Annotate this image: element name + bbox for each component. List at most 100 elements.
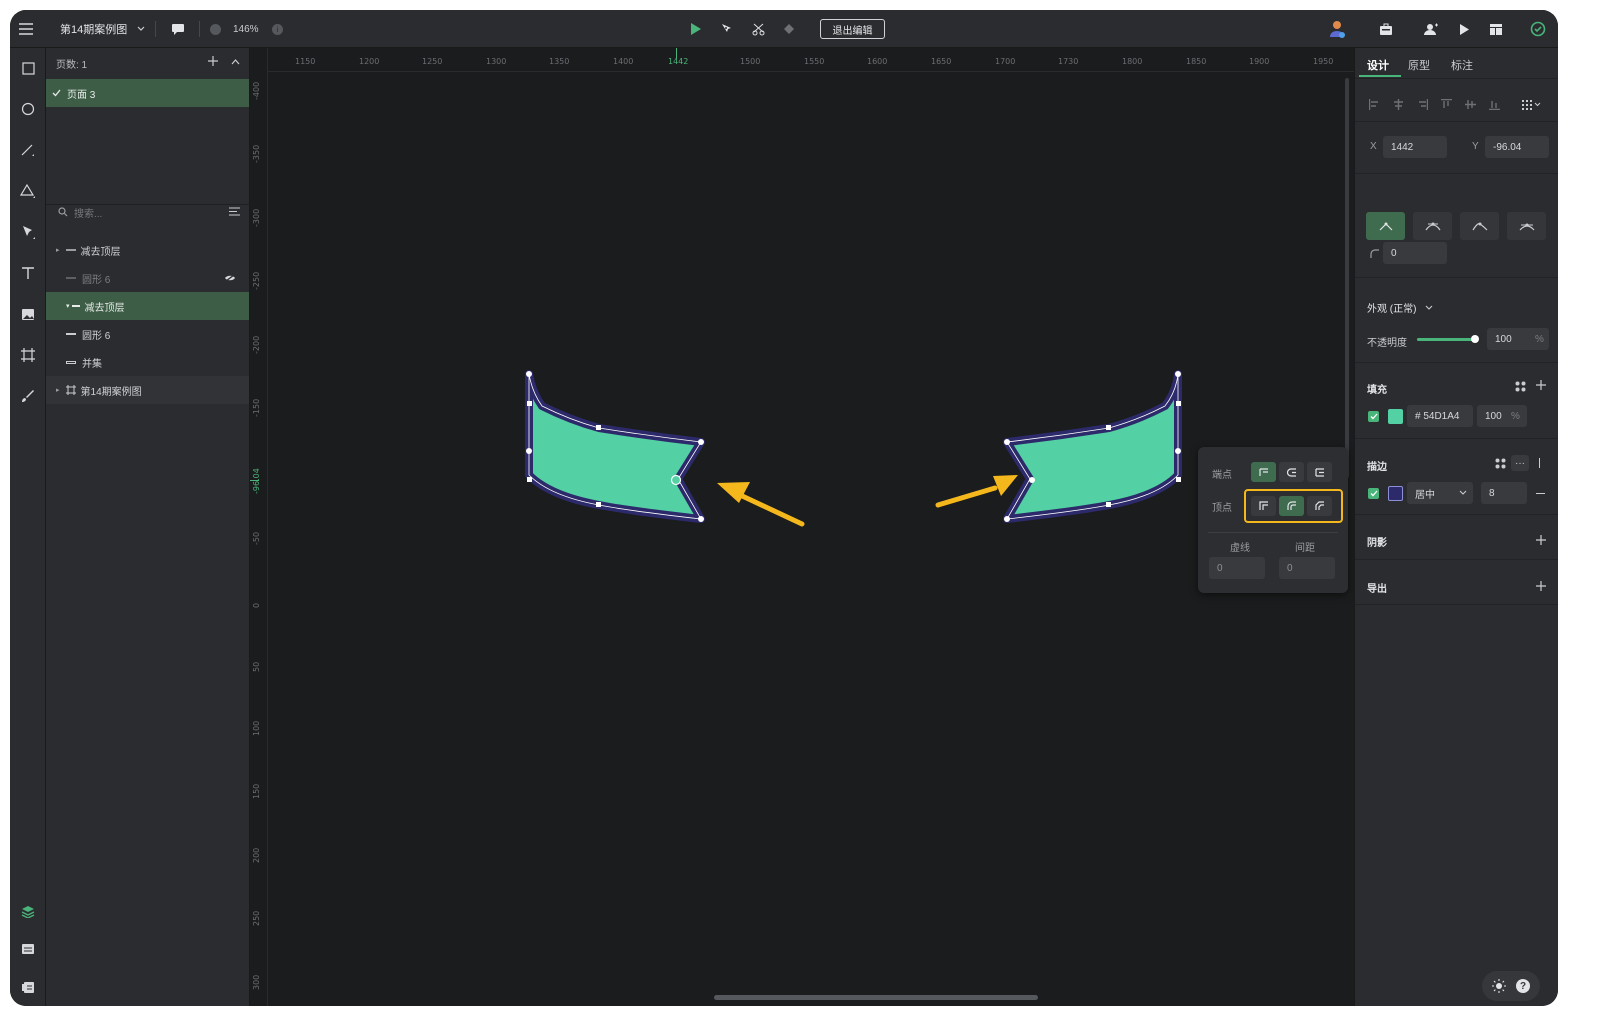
endpoint-round-button[interactable] <box>1279 462 1304 482</box>
text-tool-icon[interactable] <box>19 264 37 282</box>
dash-input[interactable]: 0 <box>1209 557 1265 579</box>
fill-opacity-input[interactable]: 100 % <box>1477 405 1527 427</box>
align-left-icon[interactable] <box>1368 99 1380 113</box>
align-center-h-icon[interactable] <box>1393 99 1404 113</box>
app-window: 第14期案例图 146% i 退出编辑 页数: 1 页面 3 搜索... ▸ 减… <box>10 10 1558 1006</box>
point-asymmetric-button[interactable] <box>1507 212 1546 240</box>
stroke-enabled-checkbox[interactable] <box>1368 488 1379 499</box>
polygon-tool-icon[interactable] <box>19 182 37 200</box>
x-input[interactable]: 1442 <box>1383 136 1447 158</box>
caret-right-icon[interactable]: ▸ <box>56 386 60 394</box>
y-input[interactable]: -96.04 <box>1485 136 1549 158</box>
zoom-level[interactable]: 146% <box>233 10 259 48</box>
layer-row[interactable]: 圆形 6 <box>46 320 249 348</box>
corner-radius-input[interactable]: 0 <box>1383 242 1447 264</box>
ellipse-tool-icon[interactable] <box>19 100 37 118</box>
paint-bucket-icon[interactable] <box>782 10 796 48</box>
remove-stroke-icon[interactable] <box>1536 493 1545 495</box>
menu-icon[interactable] <box>19 10 33 48</box>
comment-icon[interactable] <box>171 10 185 48</box>
tab-design[interactable]: 设计 <box>1367 57 1389 73</box>
play-select-icon[interactable] <box>690 10 702 48</box>
add-fill-icon[interactable] <box>1536 380 1546 393</box>
theme-toggle-icon[interactable] <box>1492 979 1506 996</box>
chevron-down-icon[interactable] <box>137 10 145 48</box>
collapse-chevron-icon[interactable] <box>231 57 240 68</box>
share-user-icon[interactable] <box>1424 10 1439 48</box>
fill-hex-input[interactable]: # 54D1A4 <box>1407 405 1473 427</box>
assets-folder-icon[interactable] <box>19 940 37 958</box>
hidden-eye-icon[interactable] <box>224 274 236 285</box>
help-icon[interactable]: ? <box>1516 979 1530 993</box>
selected-vertex[interactable] <box>670 474 682 486</box>
frame-icon <box>65 385 76 395</box>
toolbox-icon[interactable] <box>1379 10 1393 48</box>
stroke-color-swatch[interactable] <box>1388 486 1403 501</box>
image-tool-icon[interactable] <box>19 305 37 323</box>
tab-annotate[interactable]: 标注 <box>1451 57 1473 73</box>
canvas[interactable]: 1150 1200 1250 1300 1350 1400 1442 1500 … <box>250 48 1354 1006</box>
left-toolbar <box>10 48 46 1006</box>
appearance-label[interactable]: 外观 (正常) <box>1367 300 1416 315</box>
info-icon[interactable]: i <box>272 10 283 48</box>
rectangle-tool-icon[interactable] <box>19 59 37 77</box>
distribute-grid-icon[interactable] <box>1522 100 1542 113</box>
vertical-scrollbar[interactable] <box>1345 78 1349 478</box>
frame-tool-icon[interactable] <box>19 346 37 364</box>
gap-input[interactable]: 0 <box>1279 557 1335 579</box>
line-tool-icon[interactable] <box>19 141 37 159</box>
layers-icon[interactable] <box>19 902 37 920</box>
point-disconnected-button[interactable] <box>1460 212 1499 240</box>
caret-down-icon[interactable]: ▾ <box>66 302 70 310</box>
layer-row[interactable]: ▸ 第14期案例图 <box>46 376 249 404</box>
filter-icon[interactable] <box>229 207 240 219</box>
layer-row-selected[interactable]: ▾ 减去顶层 <box>46 292 249 320</box>
more-options-icon[interactable]: ··· <box>1511 455 1529 471</box>
endpoint-square-button[interactable] <box>1251 462 1276 482</box>
stroke-position-select[interactable]: 居中 <box>1407 482 1473 504</box>
caret-right-icon[interactable]: ▸ <box>56 246 60 254</box>
stroke-width-input[interactable]: 8 <box>1481 482 1527 504</box>
exit-edit-button[interactable]: 退出编辑 <box>820 19 885 39</box>
scissors-icon[interactable] <box>752 10 765 48</box>
add-shadow-icon[interactable] <box>1536 535 1546 548</box>
brush-tool-icon[interactable] <box>19 387 37 405</box>
horizontal-scrollbar[interactable] <box>714 995 1038 1000</box>
ribbon-right-shape[interactable] <box>1003 370 1182 523</box>
point-straight-button[interactable] <box>1366 212 1405 240</box>
style-library-icon[interactable] <box>1495 458 1506 472</box>
align-bottom-icon[interactable] <box>1489 99 1500 113</box>
export-code-icon[interactable] <box>1489 10 1503 48</box>
style-library-icon[interactable] <box>1515 381 1526 395</box>
layer-row[interactable]: ▸ 减去顶层 <box>46 236 249 264</box>
align-center-v-icon[interactable] <box>1465 99 1476 113</box>
point-mirrored-button[interactable] <box>1413 212 1452 240</box>
tab-prototype[interactable]: 原型 <box>1408 57 1430 73</box>
opacity-slider[interactable] <box>1417 335 1479 343</box>
fill-color-swatch[interactable] <box>1388 409 1403 424</box>
align-top-icon[interactable] <box>1441 98 1452 113</box>
page-item[interactable]: 页面 3 <box>46 79 249 107</box>
layer-search[interactable]: 搜索... <box>46 198 250 226</box>
vertex-miter-button[interactable] <box>1251 496 1276 516</box>
add-export-icon[interactable] <box>1536 581 1546 594</box>
preview-play-icon[interactable] <box>1459 10 1470 48</box>
opacity-input[interactable]: 100 % <box>1487 328 1549 350</box>
components-icon[interactable] <box>19 978 37 996</box>
chevron-down-icon[interactable] <box>1425 302 1433 314</box>
stroke-position-value: 居中 <box>1415 489 1435 501</box>
endpoint-projecting-button[interactable] <box>1307 462 1332 482</box>
file-name[interactable]: 第14期案例图 <box>60 10 127 48</box>
fill-enabled-checkbox[interactable] <box>1368 411 1379 422</box>
ribbon-left-shape[interactable] <box>525 370 705 523</box>
align-right-icon[interactable] <box>1417 99 1429 113</box>
avatar[interactable] <box>1328 10 1346 48</box>
opacity-slider-knob[interactable] <box>1471 335 1479 343</box>
add-page-icon[interactable] <box>208 56 218 69</box>
vertex-round-button[interactable] <box>1279 496 1304 516</box>
layer-row[interactable]: 并集 <box>46 348 249 376</box>
layer-row[interactable]: 圆形 6 <box>46 264 249 292</box>
vertex-bevel-button[interactable] <box>1307 496 1332 516</box>
pen-icon[interactable] <box>721 10 733 48</box>
pen-tool-icon[interactable] <box>19 223 37 241</box>
